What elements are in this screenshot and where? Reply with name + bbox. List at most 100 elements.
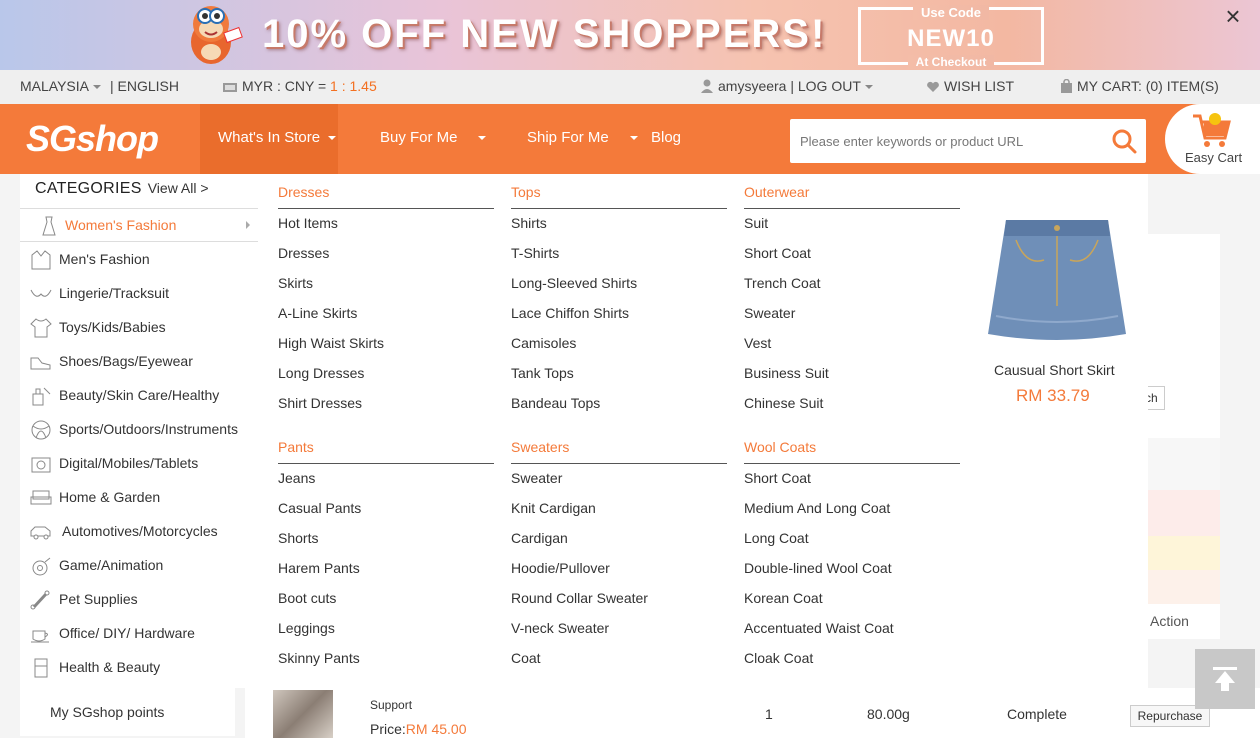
- categories-sidebar: CATEGORIES View All > Women's Fashion Men…: [20, 174, 258, 688]
- subcategory-heading-pants[interactable]: Pants: [278, 439, 314, 455]
- subcategory-link[interactable]: High Waist Skirts: [278, 335, 384, 351]
- category-beauty[interactable]: Beauty/Skin Care/Healthy: [20, 379, 258, 413]
- nav-ship-for-me[interactable]: Ship For Me: [509, 104, 639, 174]
- category-office[interactable]: Office/ DIY/ Hardware: [20, 617, 258, 651]
- subcategory-heading-tops[interactable]: Tops: [511, 184, 541, 200]
- subcategory-link[interactable]: Short Coat: [744, 245, 811, 261]
- partial-button[interactable]: ch: [1145, 386, 1165, 410]
- subcategory-link[interactable]: Coat: [511, 650, 541, 666]
- bag-icon: [1061, 79, 1072, 93]
- category-lingerie[interactable]: Lingerie/Tracksuit: [20, 277, 258, 311]
- category-game[interactable]: Game/Animation: [20, 549, 258, 583]
- featured-product-image[interactable]: [986, 216, 1128, 344]
- subcategory-heading-outerwear[interactable]: Outerwear: [744, 184, 809, 200]
- cart-label: MY CART: (0) ITEM(S): [1077, 78, 1219, 94]
- subcategory-link[interactable]: Skinny Pants: [278, 650, 360, 666]
- subcategory-link[interactable]: Accentuated Waist Coat: [744, 620, 894, 636]
- subcategory-link[interactable]: Camisoles: [511, 335, 576, 351]
- subcategory-link[interactable]: Business Suit: [744, 365, 829, 381]
- category-toys[interactable]: Toys/Kids/Babies: [20, 311, 258, 345]
- back-to-top-button[interactable]: [1195, 649, 1255, 709]
- exchange-rate: MYR : CNY = 1 : 1.45: [222, 78, 377, 94]
- region-selector[interactable]: MALAYSIA: [20, 78, 101, 94]
- subcategory-link[interactable]: Tank Tops: [511, 365, 574, 381]
- subcategory-link[interactable]: Leggings: [278, 620, 335, 636]
- subcategory-link[interactable]: Jeans: [278, 470, 315, 486]
- subcategory-link[interactable]: Short Coat: [744, 470, 811, 486]
- subcategory-link[interactable]: T-Shirts: [511, 245, 559, 261]
- subcategory-link[interactable]: Harem Pants: [278, 560, 360, 576]
- subcategory-link[interactable]: Long-Sleeved Shirts: [511, 275, 637, 291]
- promo-banner[interactable]: 10% OFF NEW SHOPPERS! Use Code NEW10 At …: [0, 0, 1260, 70]
- subcategory-link[interactable]: Boot cuts: [278, 590, 336, 606]
- category-label: Women's Fashion: [65, 217, 177, 233]
- search-input[interactable]: [790, 119, 1100, 163]
- category-mens-fashion[interactable]: Men's Fashion: [20, 243, 258, 277]
- user-label: amysyeera | LOG OUT: [718, 78, 861, 94]
- subcategory-link[interactable]: Suit: [744, 215, 768, 231]
- camera-icon: [31, 457, 51, 473]
- category-sports[interactable]: Sports/Outdoors/Instruments: [20, 413, 258, 447]
- language-selector[interactable]: | ENGLISH: [110, 78, 179, 94]
- rate-value: 1 : 1.45: [330, 78, 377, 94]
- nav-blog[interactable]: Blog: [633, 104, 699, 174]
- subcategory-link[interactable]: Sweater: [744, 305, 795, 321]
- categories-header: CATEGORIES View All >: [35, 180, 209, 198]
- subcategory-link[interactable]: Long Coat: [744, 530, 809, 546]
- subcategory-link[interactable]: Skirts: [278, 275, 313, 291]
- subcategory-heading-sweaters[interactable]: Sweaters: [511, 439, 569, 455]
- subcategory-link[interactable]: Hot Items: [278, 215, 338, 231]
- gamepad-icon: [32, 557, 51, 576]
- subcategory-link[interactable]: Sweater: [511, 470, 562, 486]
- category-womens-fashion[interactable]: Women's Fashion: [20, 208, 258, 242]
- subcategory-link[interactable]: Trench Coat: [744, 275, 821, 291]
- subcategory-link[interactable]: Round Collar Sweater: [511, 590, 648, 606]
- nav-whats-in-store[interactable]: What's In Store: [200, 104, 338, 174]
- utility-bar: MALAYSIA | ENGLISH MYR : CNY = 1 : 1.45 …: [0, 70, 1260, 104]
- subcategory-link[interactable]: Shirt Dresses: [278, 395, 362, 411]
- subcategory-link[interactable]: Knit Cardigan: [511, 500, 596, 516]
- product-thumbnail[interactable]: [273, 690, 333, 738]
- subcategory-link[interactable]: Double-lined Wool Coat: [744, 560, 892, 576]
- category-home[interactable]: Home & Garden: [20, 481, 258, 515]
- close-icon[interactable]: ×: [1222, 3, 1244, 29]
- subcategory-link[interactable]: Lace Chiffon Shirts: [511, 305, 629, 321]
- subcategory-link[interactable]: Dresses: [278, 245, 329, 261]
- subcategory-link[interactable]: A-Line Skirts: [278, 305, 357, 321]
- subcategory-link[interactable]: Korean Coat: [744, 590, 823, 606]
- category-health[interactable]: Health & Beauty: [20, 651, 258, 685]
- wishlist-link[interactable]: WISH LIST: [926, 78, 1014, 94]
- user-menu[interactable]: amysyeera | LOG OUT: [700, 78, 873, 94]
- subcategory-link[interactable]: Bandeau Tops: [511, 395, 600, 411]
- view-all-link[interactable]: View All >: [148, 180, 209, 196]
- subcategory-link[interactable]: Vest: [744, 335, 771, 351]
- category-digital[interactable]: Digital/Mobiles/Tablets: [20, 447, 258, 481]
- cart-link[interactable]: MY CART: (0) ITEM(S): [1060, 78, 1219, 94]
- category-shoes[interactable]: Shoes/Bags/Eyewear: [20, 345, 258, 379]
- search-icon[interactable]: [1110, 127, 1138, 155]
- cart-icon: [1193, 113, 1231, 147]
- nav-buy-for-me[interactable]: Buy For Me: [362, 104, 500, 174]
- subcategory-link[interactable]: Cardigan: [511, 530, 568, 546]
- subcategory-link[interactable]: Medium And Long Coat: [744, 500, 890, 516]
- easy-cart[interactable]: Easy Cart: [1165, 104, 1260, 174]
- category-pet[interactable]: Pet Supplies: [20, 583, 258, 617]
- points-link[interactable]: My SGshop points: [20, 688, 235, 736]
- subcategory-heading-dresses[interactable]: Dresses: [278, 184, 329, 200]
- subcategory-link[interactable]: Cloak Coat: [744, 650, 813, 666]
- divider: [744, 463, 960, 464]
- featured-product-name[interactable]: Causual Short Skirt: [994, 362, 1115, 378]
- background-panel: [1148, 234, 1220, 639]
- subcategory-link[interactable]: Shorts: [278, 530, 318, 546]
- subcategory-link[interactable]: Hoodie/Pullover: [511, 560, 610, 576]
- subcategory-link[interactable]: Casual Pants: [278, 500, 361, 516]
- subcategory-link[interactable]: Chinese Suit: [744, 395, 823, 411]
- subcategory-heading-wool-coats[interactable]: Wool Coats: [744, 439, 816, 455]
- nav-label: Buy For Me: [380, 129, 458, 146]
- subcategory-link[interactable]: Shirts: [511, 215, 547, 231]
- sgshop-logo[interactable]: SGshop: [26, 118, 159, 160]
- bone-icon: [30, 590, 50, 610]
- subcategory-link[interactable]: V-neck Sweater: [511, 620, 609, 636]
- subcategory-link[interactable]: Long Dresses: [278, 365, 364, 381]
- category-automotive[interactable]: Automotives/Motorcycles: [20, 515, 258, 549]
